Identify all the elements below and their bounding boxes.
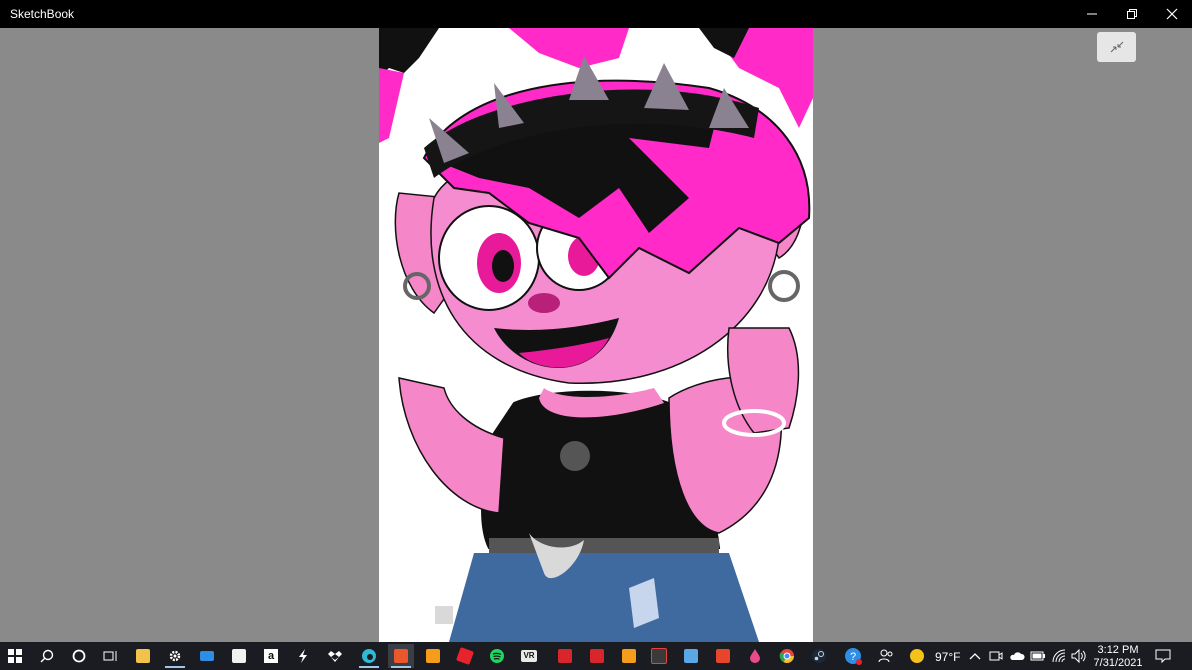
restore-button[interactable] — [1112, 0, 1152, 28]
taskbar-app-s[interactable] — [290, 644, 316, 668]
taskbar-app-drop[interactable] — [742, 644, 768, 668]
taskbar-app-steam[interactable] — [806, 644, 832, 668]
close-icon — [1166, 8, 1178, 20]
cortana-button[interactable] — [66, 644, 92, 668]
active-indicator — [165, 666, 185, 668]
people-button[interactable] — [873, 644, 899, 668]
spotify-icon — [490, 649, 504, 663]
svg-text:?: ? — [850, 651, 856, 663]
artwork-illustration — [379, 28, 813, 642]
app-red-icon — [456, 647, 474, 665]
app-orange-icon — [426, 649, 440, 663]
dropbox-icon — [328, 651, 342, 662]
taskbar-app-red[interactable] — [452, 644, 478, 668]
photos-icon — [684, 649, 698, 663]
collapse-icon — [1110, 41, 1123, 53]
droplet-icon — [750, 649, 760, 663]
active-indicator — [391, 666, 411, 668]
taskbar-app-orange[interactable] — [420, 644, 446, 668]
taskbar-app-chrome[interactable] — [774, 644, 800, 668]
steam-icon — [812, 649, 826, 663]
folder-icon — [136, 649, 150, 663]
edge-icon — [362, 649, 376, 663]
camera-icon — [989, 651, 1003, 661]
workspace[interactable] — [0, 28, 1192, 642]
lightning-s-icon — [299, 649, 307, 663]
help-icon: ? — [845, 648, 862, 665]
taskbar-app-store[interactable] — [226, 644, 252, 668]
people-icon — [878, 649, 893, 663]
store-icon — [232, 649, 246, 663]
taskbar-app-office[interactable] — [710, 644, 736, 668]
battery-icon — [1030, 651, 1045, 661]
start-button[interactable] — [2, 644, 28, 668]
minimize-button[interactable] — [1072, 0, 1112, 28]
notifications-button[interactable] — [1150, 644, 1176, 668]
taskbar-app-flash-2[interactable] — [584, 644, 610, 668]
taskbar-app-sketchbook[interactable] — [388, 644, 414, 668]
game-icon — [622, 649, 636, 663]
vr-icon: VR — [521, 650, 537, 662]
taskbar-app-edge[interactable] — [356, 644, 382, 668]
wifi-icon — [1052, 649, 1066, 663]
taskbar-app-file-explorer[interactable] — [130, 644, 156, 668]
taskbar-app-badge[interactable] — [646, 644, 672, 668]
minimize-icon — [1087, 13, 1097, 15]
badge-app-icon — [651, 648, 667, 664]
cortana-icon — [72, 649, 86, 663]
mail-icon — [200, 651, 214, 661]
cloud-icon — [1010, 652, 1025, 660]
chevron-up-icon — [969, 653, 981, 660]
notification-icon — [1155, 649, 1171, 664]
drawing-canvas[interactable] — [379, 28, 813, 642]
flash-icon — [558, 649, 572, 663]
gear-icon — [169, 650, 181, 662]
clock[interactable]: 3:12 PM 7/31/2021 — [1083, 644, 1153, 670]
search-button[interactable] — [34, 644, 60, 668]
chrome-icon — [779, 649, 794, 663]
taskbar-app-flash-1[interactable] — [552, 644, 578, 668]
weather-temperature[interactable]: 97°F — [935, 650, 960, 664]
help-tray-button[interactable]: ? — [840, 644, 866, 668]
exit-fullscreen-button[interactable] — [1097, 32, 1136, 62]
taskbar-app-vr[interactable]: VR — [516, 644, 542, 668]
restore-icon — [1127, 9, 1137, 19]
window-title: SketchBook — [10, 7, 75, 21]
office-icon — [716, 649, 730, 663]
flash-icon — [590, 649, 604, 663]
sketchbook-icon — [394, 649, 408, 663]
task-view-icon — [103, 651, 117, 661]
amazon-icon: a — [264, 649, 278, 663]
taskbar: a VR ? 97°F 3:12 PM 7/31/2021 — [0, 642, 1192, 670]
taskbar-app-mail[interactable] — [194, 644, 220, 668]
task-view-button[interactable] — [98, 644, 124, 668]
windows-icon — [8, 649, 22, 663]
taskbar-app-game[interactable] — [616, 644, 642, 668]
search-icon — [40, 649, 54, 663]
taskbar-app-spotify[interactable] — [484, 644, 510, 668]
taskbar-app-settings[interactable] — [162, 644, 188, 668]
title-bar: SketchBook — [0, 0, 1192, 28]
sun-icon — [910, 649, 924, 663]
taskbar-app-amazon[interactable]: a — [258, 644, 284, 668]
clock-date: 7/31/2021 — [1093, 657, 1143, 669]
weather-button[interactable] — [904, 644, 930, 668]
taskbar-app-photos[interactable] — [678, 644, 704, 668]
taskbar-app-dropbox[interactable] — [322, 644, 348, 668]
active-indicator — [359, 666, 379, 668]
clock-time: 3:12 PM — [1097, 644, 1139, 656]
close-button[interactable] — [1152, 0, 1192, 28]
